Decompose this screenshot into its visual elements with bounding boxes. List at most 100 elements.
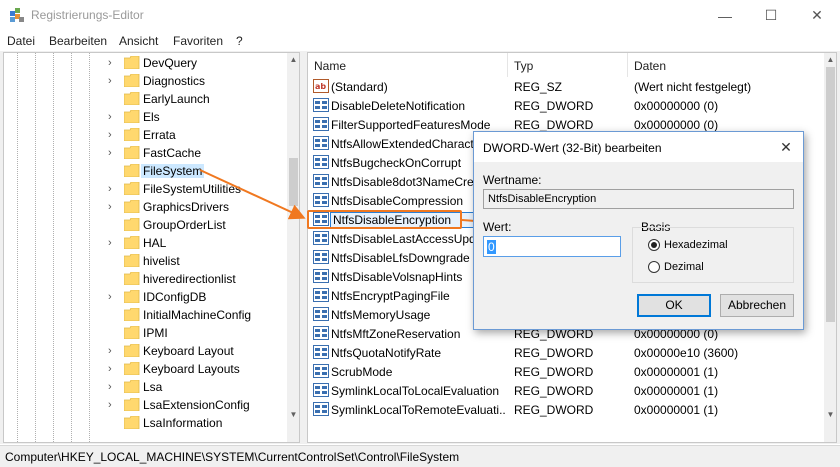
- value-row[interactable]: SymlinkLocalToRemoteEvaluati... REG_DWORD…: [308, 400, 828, 419]
- menu-favoriten[interactable]: Favoriten: [173, 34, 223, 48]
- value-row[interactable]: ab (Standard) REG_SZ (Wert nicht festgelegt…: [308, 77, 828, 96]
- expand-chevron-icon[interactable]: ›: [108, 128, 118, 142]
- expand-chevron-icon[interactable]: ›: [108, 56, 118, 70]
- tree-item[interactable]: › DevQuery: [4, 54, 284, 72]
- tree-item[interactable]: › Keyboard Layouts: [4, 360, 284, 378]
- tree-item[interactable]: › Keyboard Layout: [4, 342, 284, 360]
- binary-value-icon: [313, 364, 329, 378]
- tree-item-label: hiveredirectionlist: [143, 272, 236, 286]
- folder-icon: [123, 289, 140, 304]
- tree-item[interactable]: › IDConfigDB: [4, 288, 284, 306]
- menu-ansicht[interactable]: Ansicht: [119, 34, 158, 48]
- menu-bearbeiten[interactable]: Bearbeiten: [49, 34, 107, 48]
- tree-item[interactable]: FileSystem: [4, 162, 284, 180]
- binary-value-icon: [313, 98, 329, 112]
- value-row[interactable]: DisableDeleteNotification REG_DWORD 0x0000…: [308, 96, 828, 115]
- tree-item-label: Els: [143, 110, 160, 124]
- scroll-up-arrow-icon[interactable]: ▲: [287, 53, 299, 67]
- value-name: ScrubMode: [331, 365, 393, 379]
- tree-item[interactable]: InitialMachineConfig: [4, 306, 284, 324]
- list-scrollbar[interactable]: ▲ ▼: [824, 53, 836, 442]
- folder-icon: [123, 307, 140, 322]
- value-row[interactable]: NtfsQuotaNotifyRate REG_DWORD 0x00000e10 (…: [308, 343, 828, 362]
- tree-item[interactable]: LsaInformation: [4, 414, 284, 432]
- expand-chevron-icon[interactable]: ›: [108, 380, 118, 394]
- value-type: REG_DWORD: [514, 365, 594, 379]
- tree-item-label: EarlyLaunch: [143, 92, 210, 106]
- svg-text:ab: ab: [315, 82, 326, 91]
- tree-item-label: HAL: [143, 236, 167, 250]
- expand-chevron-icon[interactable]: ›: [108, 236, 118, 250]
- expand-chevron-icon[interactable]: ›: [108, 110, 118, 124]
- tree-item[interactable]: › Errata: [4, 126, 284, 144]
- tree-item-label: LsaInformation: [143, 416, 223, 430]
- value-row[interactable]: SymlinkLocalToLocalEvaluation REG_DWORD 0x…: [308, 381, 828, 400]
- binary-value-icon: [313, 193, 329, 207]
- binary-value-icon: [313, 402, 329, 416]
- value-data-input[interactable]: 0: [483, 236, 621, 257]
- tree-item[interactable]: › Lsa: [4, 378, 284, 396]
- expand-chevron-icon[interactable]: ›: [108, 146, 118, 160]
- tree-item[interactable]: EarlyLaunch: [4, 90, 284, 108]
- cancel-button[interactable]: Abbrechen: [720, 294, 794, 317]
- registry-tree[interactable]: › DevQuery › Diagnostics EarlyLaunch › Els › Err…: [3, 52, 300, 443]
- dec-radio-label[interactable]: Dezimal: [664, 261, 704, 273]
- ok-button[interactable]: OK: [637, 294, 711, 317]
- value-data: (Wert nicht festgelegt): [634, 80, 752, 94]
- tree-item[interactable]: GroupOrderList: [4, 216, 284, 234]
- tree-item-label: Keyboard Layout: [143, 344, 234, 358]
- folder-icon: [123, 217, 140, 232]
- column-header-name[interactable]: Name: [308, 53, 508, 77]
- scroll-up-arrow-icon[interactable]: ▲: [824, 53, 836, 67]
- tree-item[interactable]: › GraphicsDrivers: [4, 198, 284, 216]
- dec-radio[interactable]: [648, 261, 660, 273]
- minimize-button[interactable]: —: [702, 0, 748, 31]
- expand-chevron-icon[interactable]: ›: [108, 344, 118, 358]
- tree-item[interactable]: › FileSystemUtilities: [4, 180, 284, 198]
- value-row[interactable]: ScrubMode REG_DWORD 0x00000001 (1): [308, 362, 828, 381]
- hex-radio[interactable]: [648, 239, 660, 251]
- expand-chevron-icon[interactable]: ›: [108, 362, 118, 376]
- expand-chevron-icon[interactable]: ›: [108, 290, 118, 304]
- expand-chevron-icon[interactable]: ›: [108, 74, 118, 88]
- menu-help[interactable]: ?: [236, 34, 243, 48]
- close-button[interactable]: ✕: [794, 0, 840, 31]
- menu-datei[interactable]: Datei: [7, 34, 35, 48]
- list-scroll-thumb[interactable]: [826, 67, 835, 322]
- tree-item[interactable]: › HAL: [4, 234, 284, 252]
- binary-value-icon: [313, 307, 329, 321]
- folder-icon: [123, 397, 140, 412]
- tree-item-label: GraphicsDrivers: [143, 200, 230, 214]
- tree-item[interactable]: › LsaExtensionConfig: [4, 396, 284, 414]
- tree-item[interactable]: IPMI: [4, 324, 284, 342]
- tree-item[interactable]: › Diagnostics: [4, 72, 284, 90]
- tree-scroll-thumb[interactable]: [289, 158, 298, 206]
- expand-chevron-icon[interactable]: ›: [108, 182, 118, 196]
- tree-item-label: Keyboard Layouts: [143, 362, 240, 376]
- pane-splitter[interactable]: [300, 52, 307, 443]
- tree-item[interactable]: › Els: [4, 108, 284, 126]
- folder-icon: [123, 415, 140, 430]
- tree-item[interactable]: › FastCache: [4, 144, 284, 162]
- folder-icon: [123, 253, 140, 268]
- tree-item-label: Diagnostics: [143, 74, 206, 88]
- value-type: REG_SZ: [514, 80, 563, 94]
- tree-item-label: FastCache: [143, 146, 202, 160]
- dialog-close-icon[interactable]: ✕: [777, 138, 795, 156]
- annotation-highlight-box: [307, 210, 462, 229]
- tree-item-label: IDConfigDB: [143, 290, 207, 304]
- tree-item[interactable]: hiveredirectionlist: [4, 270, 284, 288]
- expand-chevron-icon[interactable]: ›: [108, 200, 118, 214]
- maximize-button[interactable]: ☐: [748, 0, 794, 31]
- tree-scrollbar[interactable]: ▲ ▼: [287, 53, 299, 442]
- column-header-data[interactable]: Daten: [628, 53, 824, 77]
- expand-chevron-icon[interactable]: ›: [108, 398, 118, 412]
- key-path: Computer\HKEY_LOCAL_MACHINE\SYSTEM\Curre…: [5, 450, 460, 464]
- scroll-down-arrow-icon[interactable]: ▼: [824, 408, 836, 422]
- scroll-down-arrow-icon[interactable]: ▼: [287, 408, 299, 422]
- column-header-type[interactable]: Typ: [508, 53, 628, 77]
- value-name: (Standard): [331, 80, 388, 94]
- tree-item-label: Errata: [143, 128, 176, 142]
- hex-radio-label[interactable]: Hexadezimal: [664, 239, 728, 251]
- tree-item[interactable]: hivelist: [4, 252, 284, 270]
